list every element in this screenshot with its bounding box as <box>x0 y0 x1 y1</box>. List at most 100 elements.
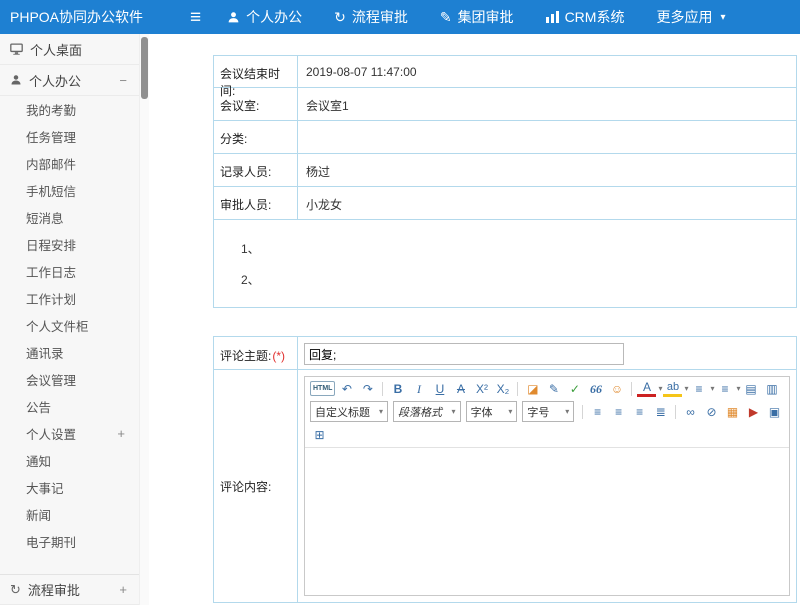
crm-icon <box>546 11 559 23</box>
image-icon[interactable]: ▦ <box>723 402 742 421</box>
toolbar-divider <box>631 382 632 396</box>
unlink-icon[interactable]: ⊘ <box>702 402 721 421</box>
chevron-down-icon[interactable]: ▾ <box>737 384 741 393</box>
font-color-control[interactable]: A▾ <box>636 381 662 397</box>
user-icon <box>10 74 22 86</box>
sidebar-item-contacts[interactable]: 通讯录 <box>0 339 139 366</box>
highlight-color-control[interactable]: ab▾ <box>662 381 688 397</box>
nav-item-label: 更多应用 <box>656 7 712 27</box>
font-color-icon[interactable]: A <box>637 381 656 397</box>
nav-item-workflow-approval[interactable]: ↻ 流程审批 <box>334 7 408 27</box>
field-label-end-time: 会议结束时间: <box>214 56 298 87</box>
align-center-icon[interactable]: ≡ <box>609 402 628 421</box>
toolbar-row-3: ⊞ <box>307 424 787 445</box>
superscript-icon[interactable]: X² <box>472 379 491 398</box>
sidebar-item-label: 会议管理 <box>26 370 76 389</box>
page-layout: 个人桌面 个人办公 − 我的考勤 任务管理 内部邮件 手机短信 短消息 日程安排… <box>0 34 800 605</box>
italic-icon[interactable]: I <box>409 379 428 398</box>
align-justify-icon[interactable]: ≣ <box>651 402 670 421</box>
comment-subject-input[interactable] <box>304 343 624 365</box>
media-icon[interactable]: ▣ <box>765 402 784 421</box>
app-logo: PHPOA协同办公软件 <box>0 7 152 27</box>
blockquote-icon[interactable]: 66 <box>586 379 605 398</box>
sidebar-item-tasks[interactable]: 任务管理 <box>0 123 139 150</box>
expand-toggle[interactable]: + <box>119 582 127 597</box>
unordered-list-icon[interactable]: ≡ <box>716 379 735 398</box>
toolbar-row-2: 自定义标题▾ 段落格式▾ 字体▾ 字号▾ ≡ ≡ ≡ ≣ ∞ <box>307 399 787 424</box>
sidebar-item-news[interactable]: 新闻 <box>0 501 139 528</box>
chevron-down-icon: ▾ <box>452 407 456 416</box>
hamburger-menu-icon[interactable]: ≡ <box>190 8 201 27</box>
nav-item-group-approval[interactable]: ✎ 集团审批 <box>440 7 514 27</box>
nav-item-crm[interactable]: CRM系统 <box>546 7 625 27</box>
sidebar-item-short-message[interactable]: 短消息 <box>0 204 139 231</box>
editor-toolbar: HTML ↶ ↷ B I U A X² X₂ <box>305 377 789 448</box>
sidebar-section-workflow[interactable]: ↻ 流程审批 + <box>0 574 139 605</box>
sidebar-item-schedule[interactable]: 日程安排 <box>0 231 139 258</box>
undo-icon[interactable]: ↶ <box>337 379 356 398</box>
field-value-category <box>298 121 796 153</box>
nav-item-personal-office[interactable]: 个人办公 <box>227 7 302 27</box>
print-icon[interactable]: ▥ <box>763 379 782 398</box>
main-nav: 个人办公 ↻ 流程审批 ✎ 集团审批 CRM系统 更多应用 ▾ <box>227 7 725 27</box>
field-label-meeting-room: 会议室: <box>214 88 298 120</box>
editor-content-area[interactable] <box>305 448 789 595</box>
form-row: 记录人员: 杨过 <box>213 154 797 187</box>
link-icon[interactable]: ∞ <box>681 402 700 421</box>
comment-content-row: 评论内容: HTML ↶ ↷ B I <box>213 370 797 603</box>
font-select[interactable]: 字体▾ <box>466 401 518 422</box>
sidebar-item-internal-mail[interactable]: 内部邮件 <box>0 150 139 177</box>
sidebar-section-label: 个人办公 <box>29 71 81 90</box>
unordered-list-control[interactable]: ≡▾ <box>715 379 741 398</box>
expand-toggle[interactable]: + <box>117 426 125 441</box>
spellcheck-icon[interactable]: ✓ <box>565 379 584 398</box>
flash-icon[interactable]: ▶ <box>744 402 763 421</box>
sidebar-item-personal-settings[interactable]: 个人设置 + <box>0 420 139 447</box>
sidebar-scrollbar-thumb[interactable] <box>141 37 148 99</box>
sidebar-section-desktop[interactable]: 个人桌面 <box>0 34 139 65</box>
sidebar-item-work-log[interactable]: 工作日志 <box>0 258 139 285</box>
collapse-toggle[interactable]: − <box>119 73 127 88</box>
chevron-down-icon: ▾ <box>379 407 383 416</box>
field-value-meeting-room: 会议室1 <box>298 88 796 120</box>
sidebar-item-e-journal[interactable]: 电子期刊 <box>0 528 139 555</box>
sidebar-section-personal-office[interactable]: 个人办公 − <box>0 65 139 96</box>
paste-from-word-icon[interactable]: ▤ <box>742 379 761 398</box>
ordered-list-control[interactable]: ≡▾ <box>688 379 714 398</box>
style-select[interactable]: 自定义标题▾ <box>310 401 388 422</box>
redo-icon[interactable]: ↷ <box>358 379 377 398</box>
sidebar-item-sms[interactable]: 手机短信 <box>0 177 139 204</box>
sidebar-item-label: 手机短信 <box>26 181 76 200</box>
underline-icon[interactable]: U <box>430 379 449 398</box>
html-source-icon[interactable]: HTML <box>310 381 335 396</box>
sidebar-item-major-events[interactable]: 大事记 <box>0 474 139 501</box>
format-select[interactable]: 段落格式▾ <box>393 401 461 422</box>
sidebar-section-label: 个人桌面 <box>30 40 82 59</box>
field-value-approver: 小龙女 <box>298 187 796 219</box>
format-painter-icon[interactable]: ✎ <box>544 379 563 398</box>
sidebar-item-announcements[interactable]: 公告 <box>0 393 139 420</box>
strikethrough-icon[interactable]: A <box>451 379 470 398</box>
sidebar-item-notifications[interactable]: 通知 <box>0 447 139 474</box>
subscript-icon[interactable]: X₂ <box>493 379 512 398</box>
ordered-list-icon[interactable]: ≡ <box>689 379 708 398</box>
comment-subject-row: 评论主题:(*) <box>213 336 797 370</box>
nav-item-label: 集团审批 <box>458 7 514 27</box>
table-icon[interactable]: ⊞ <box>310 425 329 444</box>
size-select[interactable]: 字号▾ <box>522 401 574 422</box>
remove-format-icon[interactable]: ◪ <box>523 379 542 398</box>
align-right-icon[interactable]: ≡ <box>630 402 649 421</box>
sidebar-item-work-plan[interactable]: 工作计划 <box>0 285 139 312</box>
sidebar-item-meetings[interactable]: 会议管理 <box>0 366 139 393</box>
emoticon-icon[interactable]: ☺ <box>607 379 626 398</box>
bold-icon[interactable]: B <box>388 379 407 398</box>
nav-item-more-apps[interactable]: 更多应用 ▾ <box>656 7 725 27</box>
field-label-approver: 审批人员: <box>214 187 298 219</box>
field-value-recorder: 杨过 <box>298 154 796 186</box>
align-left-icon[interactable]: ≡ <box>588 402 607 421</box>
sidebar-item-attendance[interactable]: 我的考勤 <box>0 96 139 123</box>
nav-item-label: 流程审批 <box>352 7 408 27</box>
sidebar-item-file-cabinet[interactable]: 个人文件柜 <box>0 312 139 339</box>
top-navbar: PHPOA协同办公软件 ≡ 个人办公 ↻ 流程审批 ✎ 集团审批 CRM系统 更… <box>0 0 800 34</box>
highlight-color-icon[interactable]: ab <box>663 381 682 397</box>
